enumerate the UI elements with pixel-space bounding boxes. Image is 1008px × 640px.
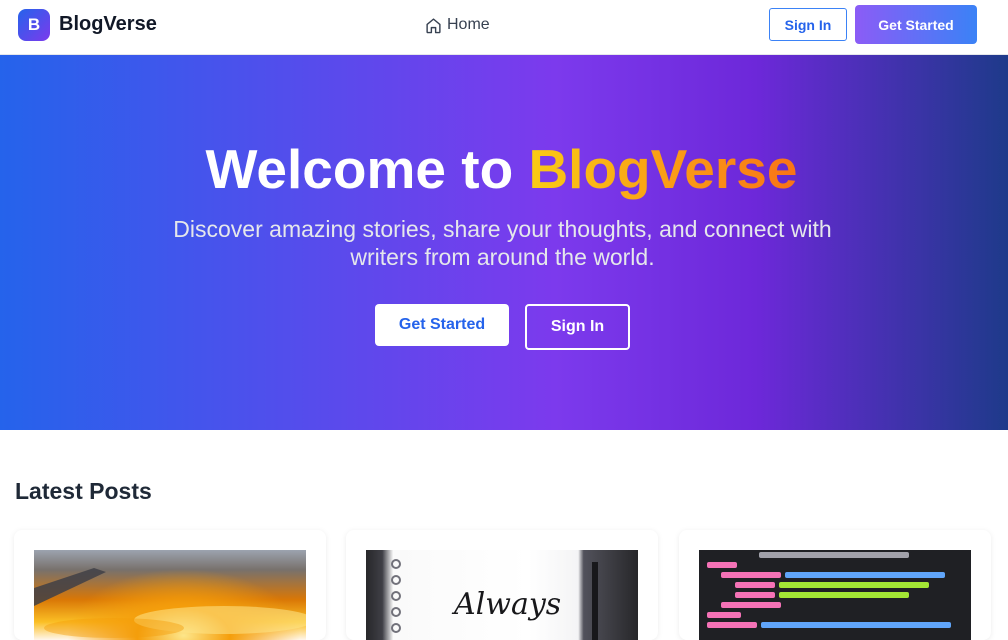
navbar: B BlogVerse Home Sign In Get Started: [0, 0, 1008, 55]
post-card[interactable]: [679, 530, 991, 640]
home-icon: [426, 17, 441, 33]
latest-posts-heading: Latest Posts: [15, 478, 152, 504]
post-image-sunset[interactable]: [34, 550, 306, 640]
hero-subtitle: Discover amazing stories, share your tho…: [173, 216, 832, 270]
signin-button[interactable]: Sign In: [769, 8, 847, 41]
notebook-lettering: Always: [451, 587, 561, 622]
post-image-notebook[interactable]: Always: [366, 550, 638, 640]
hero-title-accent: BlogVerse: [528, 138, 798, 200]
nav-home-label: Home: [447, 16, 490, 33]
notebook-rings-shape: Always: [391, 559, 598, 640]
nav-home-link[interactable]: Home: [425, 14, 490, 36]
hero-title-prefix: Welcome to: [205, 138, 529, 200]
hero-signin-button[interactable]: Sign In: [525, 304, 630, 350]
brand-logo-icon: B: [18, 8, 50, 41]
post-image-code[interactable]: [699, 550, 971, 640]
hero-title: Welcome to BlogVerse: [0, 137, 1003, 201]
hero-section: Welcome to BlogVerse Discover amazing st…: [0, 55, 1008, 430]
brand-link[interactable]: B BlogVerse: [18, 8, 157, 41]
airplane-wing-shape: [34, 568, 306, 638]
hero-get-started-button[interactable]: Get Started: [375, 304, 509, 346]
post-card[interactable]: Always: [346, 530, 658, 640]
post-card[interactable]: [14, 530, 326, 640]
brand-name: BlogVerse: [59, 13, 157, 35]
get-started-button[interactable]: Get Started: [855, 5, 977, 44]
